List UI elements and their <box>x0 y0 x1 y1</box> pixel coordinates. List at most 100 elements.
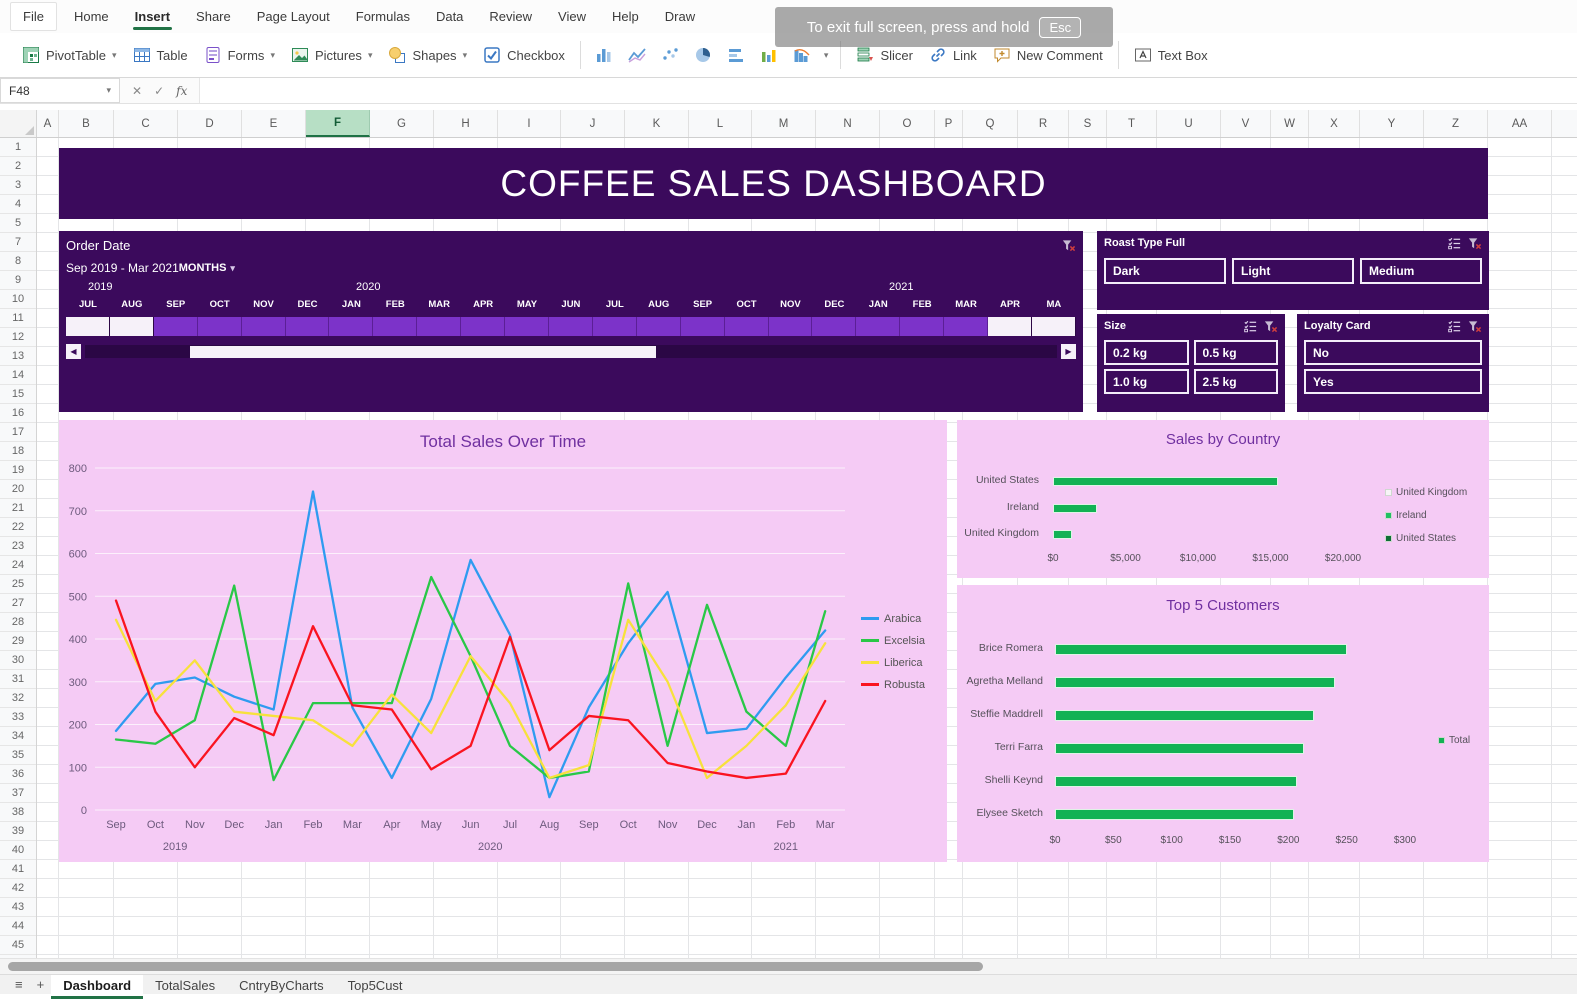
row-header-41[interactable]: 41 <box>0 860 36 879</box>
row-header-18[interactable]: 18 <box>0 442 36 461</box>
menu-tab-insert[interactable]: Insert <box>122 2 183 31</box>
column-header-T[interactable]: T <box>1107 110 1157 137</box>
column-header-I[interactable]: I <box>498 110 561 137</box>
scatter-chart-icon[interactable] <box>654 40 687 70</box>
timeline-cell-may-10[interactable] <box>505 317 549 336</box>
series-line-excelsia[interactable] <box>116 577 825 780</box>
column-header-C[interactable]: C <box>114 110 178 137</box>
menu-tab-review[interactable]: Review <box>476 2 545 31</box>
column-header-E[interactable]: E <box>242 110 306 137</box>
row-header-17[interactable]: 17 <box>0 423 36 442</box>
series-line-arabica[interactable] <box>116 492 825 798</box>
formula-input[interactable] <box>199 78 1577 103</box>
clearfilter-icon[interactable] <box>1467 236 1482 251</box>
bar-united-states[interactable] <box>1053 477 1278 486</box>
bar-shelli-keynd[interactable] <box>1055 776 1297 787</box>
menu-tab-draw[interactable]: Draw <box>652 2 708 31</box>
bar-united-kingdom[interactable] <box>1053 530 1072 539</box>
sheet-tab-cntrybycharts[interactable]: CntryByCharts <box>227 975 336 999</box>
slicer-button-light[interactable]: Light <box>1232 258 1354 284</box>
bar-agretha-melland[interactable] <box>1055 677 1335 688</box>
legend-item-united-kingdom[interactable]: United Kingdom <box>1385 487 1467 498</box>
timeline-cell-apr-21[interactable] <box>988 317 1032 336</box>
ribbon-item-forms[interactable]: Forms▾ <box>196 40 283 70</box>
row-header-38[interactable]: 38 <box>0 803 36 822</box>
row-header-32[interactable]: 32 <box>0 689 36 708</box>
pie-chart-icon[interactable] <box>687 40 720 70</box>
sheet-menu-icon[interactable]: ≡ <box>8 975 30 994</box>
menu-tab-home[interactable]: Home <box>61 2 122 31</box>
row-header-36[interactable]: 36 <box>0 765 36 784</box>
row-header-13[interactable]: 13 <box>0 347 36 366</box>
row-header-8[interactable]: 8 <box>0 252 36 271</box>
timeline-period-dropdown[interactable]: MONTHS ▾ <box>179 262 235 274</box>
timeline-cell-dec-17[interactable] <box>812 317 856 336</box>
add-sheet-icon[interactable]: + <box>30 975 52 994</box>
ribbon-item-pivottable[interactable]: PivotTable▾ <box>14 40 125 70</box>
select-all-button[interactable] <box>0 110 37 137</box>
column-header-R[interactable]: R <box>1018 110 1069 137</box>
column-header-S[interactable]: S <box>1069 110 1107 137</box>
multiselect-icon[interactable] <box>1243 319 1258 334</box>
horizontal-scrollbar-thumb[interactable] <box>8 962 983 971</box>
slicer-button-0-2-kg[interactable]: 0.2 kg <box>1104 340 1189 365</box>
bar-elysee-sketch[interactable] <box>1055 809 1294 820</box>
row-header-5[interactable]: 5 <box>0 214 36 233</box>
row-header-19[interactable]: 19 <box>0 461 36 480</box>
bar-brice-romera[interactable] <box>1055 644 1347 655</box>
row-header-29[interactable]: 29 <box>0 632 36 651</box>
timeline-cell-apr-9[interactable] <box>461 317 505 336</box>
row-header-42[interactable]: 42 <box>0 879 36 898</box>
ribbon-item-shapes[interactable]: Shapes▾ <box>380 40 475 70</box>
sheet-tab-dashboard[interactable]: Dashboard <box>51 975 143 999</box>
legend-item-total[interactable]: Total <box>1438 735 1470 746</box>
bar-terri-farra[interactable] <box>1055 743 1304 754</box>
timeline-cell-mar-8[interactable] <box>417 317 461 336</box>
sheet-tab-top5cust[interactable]: Top5Cust <box>336 975 415 999</box>
column-header-D[interactable]: D <box>178 110 242 137</box>
cancel-icon[interactable]: ✕ <box>132 84 142 98</box>
timeline-cell-aug-13[interactable] <box>637 317 681 336</box>
slicer-button-no[interactable]: No <box>1304 340 1482 365</box>
timeline-cell-mar-20[interactable] <box>944 317 988 336</box>
row-header-24[interactable]: 24 <box>0 556 36 575</box>
column-header-O[interactable]: O <box>880 110 935 137</box>
multiselect-icon[interactable] <box>1447 236 1462 251</box>
legend-item-united-states[interactable]: United States <box>1385 533 1456 544</box>
row-header-27[interactable]: 27 <box>0 594 36 613</box>
column-header-K[interactable]: K <box>625 110 689 137</box>
clearfilter-icon[interactable] <box>1263 319 1278 334</box>
row-header-37[interactable]: 37 <box>0 784 36 803</box>
column-header-A[interactable]: A <box>37 110 59 137</box>
row-header-45[interactable]: 45 <box>0 936 36 955</box>
sheet-tab-totalsales[interactable]: TotalSales <box>143 975 227 999</box>
menu-tab-data[interactable]: Data <box>423 2 476 31</box>
enter-icon[interactable]: ✓ <box>154 84 164 98</box>
column-header-P[interactable]: P <box>935 110 963 137</box>
slicer-button-1-0-kg[interactable]: 1.0 kg <box>1104 369 1189 394</box>
row-header-3[interactable]: 3 <box>0 176 36 195</box>
ribbon-item-text-box[interactable]: Text Box <box>1126 40 1216 70</box>
line-chart-icon[interactable] <box>621 40 654 70</box>
legend-item-ireland[interactable]: Ireland <box>1385 510 1427 521</box>
slicer-button-medium[interactable]: Medium <box>1360 258 1482 284</box>
clearfilter-icon[interactable] <box>1467 319 1482 334</box>
timeline-cell-feb-19[interactable] <box>900 317 944 336</box>
timeline-cell-jan-18[interactable] <box>856 317 900 336</box>
column-header-B[interactable]: B <box>59 110 114 137</box>
row-header-28[interactable]: 28 <box>0 613 36 632</box>
timeline-cell-jun-11[interactable] <box>549 317 593 336</box>
column-header-Q[interactable]: Q <box>963 110 1018 137</box>
legend-item-robusta[interactable]: Robusta <box>861 678 925 691</box>
row-header-16[interactable]: 16 <box>0 404 36 423</box>
row-header-15[interactable]: 15 <box>0 385 36 404</box>
menu-tab-help[interactable]: Help <box>599 2 652 31</box>
column-header-N[interactable]: N <box>816 110 880 137</box>
row-header-11[interactable]: 11 <box>0 309 36 328</box>
column-header-W[interactable]: W <box>1271 110 1309 137</box>
column-header-X[interactable]: X <box>1309 110 1360 137</box>
column-header-G[interactable]: G <box>370 110 434 137</box>
row-header-40[interactable]: 40 <box>0 841 36 860</box>
legend-item-arabica[interactable]: Arabica <box>861 612 925 625</box>
slicer-button-dark[interactable]: Dark <box>1104 258 1226 284</box>
